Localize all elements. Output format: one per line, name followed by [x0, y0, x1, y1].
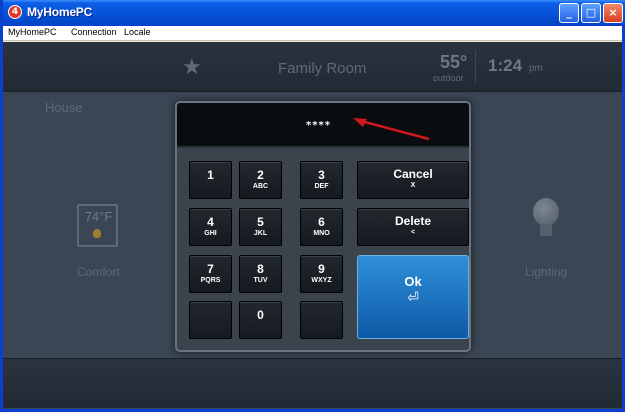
security-keypad: **** 1 2 ABC 3 DEF 4 GHI 5 JKL 6 MNO 7 PQRS 8T…: [175, 101, 471, 352]
app-icon: 4: [8, 5, 22, 19]
flame-icon: [93, 229, 101, 238]
key-blank-left[interactable]: [189, 301, 232, 339]
cancel-button[interactable]: Cancel X: [357, 161, 469, 199]
window-title: MyHomePC: [27, 5, 93, 19]
app-window: 4 MyHomePC _ □ × MyHomePC Connection Loc…: [0, 0, 625, 412]
maximize-button[interactable]: □: [581, 3, 601, 23]
menu-bar: MyHomePC Connection Locale: [3, 26, 622, 41]
room-name[interactable]: Family Room: [278, 60, 366, 77]
delete-button[interactable]: Delete <: [357, 208, 469, 246]
divider: [475, 50, 476, 84]
key-1[interactable]: 1: [189, 161, 232, 199]
app-content: ★ Family Room 55° outdoor 1:24 pm House …: [3, 42, 622, 409]
lightbulb-base: [540, 224, 552, 236]
comfort-thermostat-icon[interactable]: 74°F: [77, 204, 118, 247]
key-6[interactable]: 6 MNO: [300, 208, 343, 246]
comfort-label[interactable]: Comfort: [77, 265, 120, 279]
key-8[interactable]: 8 TUV: [239, 255, 282, 293]
favorite-star-icon[interactable]: ★: [182, 55, 202, 80]
lighting-label[interactable]: Lighting: [525, 265, 567, 279]
house-label: House: [45, 100, 83, 115]
clock-time: 1:24: [488, 56, 523, 75]
top-status-bar: ★ Family Room 55° outdoor 1:24 pm: [3, 42, 622, 92]
ok-button[interactable]: Ok ⏎: [357, 255, 469, 339]
bottom-bar: [3, 358, 622, 408]
key-7[interactable]: 7 PQRS: [189, 255, 232, 293]
outdoor-label: outdoor: [433, 73, 464, 83]
minimize-button[interactable]: _: [559, 3, 579, 23]
title-bar[interactable]: 4 MyHomePC _ □ ×: [3, 0, 625, 26]
code-entry-text: ****: [306, 120, 331, 131]
keypad-display: ****: [177, 103, 469, 148]
clock-ampm: pm: [529, 63, 543, 74]
comfort-temperature: 74°F: [84, 209, 113, 224]
key-5[interactable]: 5 JKL: [239, 208, 282, 246]
menu-locale[interactable]: Locale: [124, 27, 151, 37]
key-blank-right[interactable]: [300, 301, 343, 339]
lightbulb-icon[interactable]: [533, 198, 559, 226]
enter-icon: ⏎: [407, 290, 419, 306]
close-button[interactable]: ×: [603, 3, 623, 23]
key-9[interactable]: 9 WXYZ: [300, 255, 343, 293]
key-0[interactable]: 0: [239, 301, 282, 339]
menu-connection[interactable]: Connection: [71, 27, 117, 37]
outdoor-temperature: 55°: [440, 52, 468, 72]
key-3[interactable]: 3 DEF: [300, 161, 343, 199]
menu-myhomepc[interactable]: MyHomePC: [8, 27, 57, 37]
key-4[interactable]: 4 GHI: [189, 208, 232, 246]
annotation-arrow-icon: [353, 118, 430, 141]
key-2[interactable]: 2 ABC: [239, 161, 282, 199]
